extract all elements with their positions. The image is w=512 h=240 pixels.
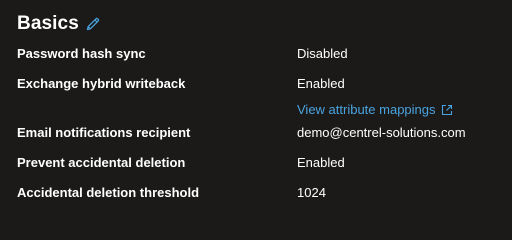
row-label: Accidental deletion threshold xyxy=(17,185,200,200)
row-value: 1024 xyxy=(297,185,326,200)
row-accidental-deletion-threshold: Accidental deletion threshold 1024 xyxy=(17,184,487,202)
row-value: Enabled xyxy=(297,76,345,91)
link-label[interactable]: View attribute mappings xyxy=(297,101,436,119)
row-label: Password hash sync xyxy=(17,46,146,61)
section-header: Basics xyxy=(17,11,101,37)
row-exchange-hybrid-writeback: Exchange hybrid writeback Enabled xyxy=(17,75,487,93)
pencil-icon[interactable] xyxy=(85,16,101,32)
row-prevent-accidental-deletion: Prevent accidental deletion Enabled xyxy=(17,154,487,172)
row-label: Exchange hybrid writeback xyxy=(17,76,186,91)
row-value: Disabled xyxy=(297,46,348,61)
external-link-icon xyxy=(441,104,453,116)
row-email-notifications-recipient: Email notifications recipient demo@centr… xyxy=(17,124,487,142)
row-label: Email notifications recipient xyxy=(17,125,191,140)
view-attribute-mappings-link[interactable]: View attribute mappings xyxy=(297,101,453,119)
row-label: Prevent accidental deletion xyxy=(17,155,186,170)
section-title: Basics xyxy=(17,13,79,34)
row-value: demo@centrel-solutions.com xyxy=(297,125,466,140)
row-value: Enabled xyxy=(297,155,345,170)
row-password-hash-sync: Password hash sync Disabled xyxy=(17,45,487,63)
